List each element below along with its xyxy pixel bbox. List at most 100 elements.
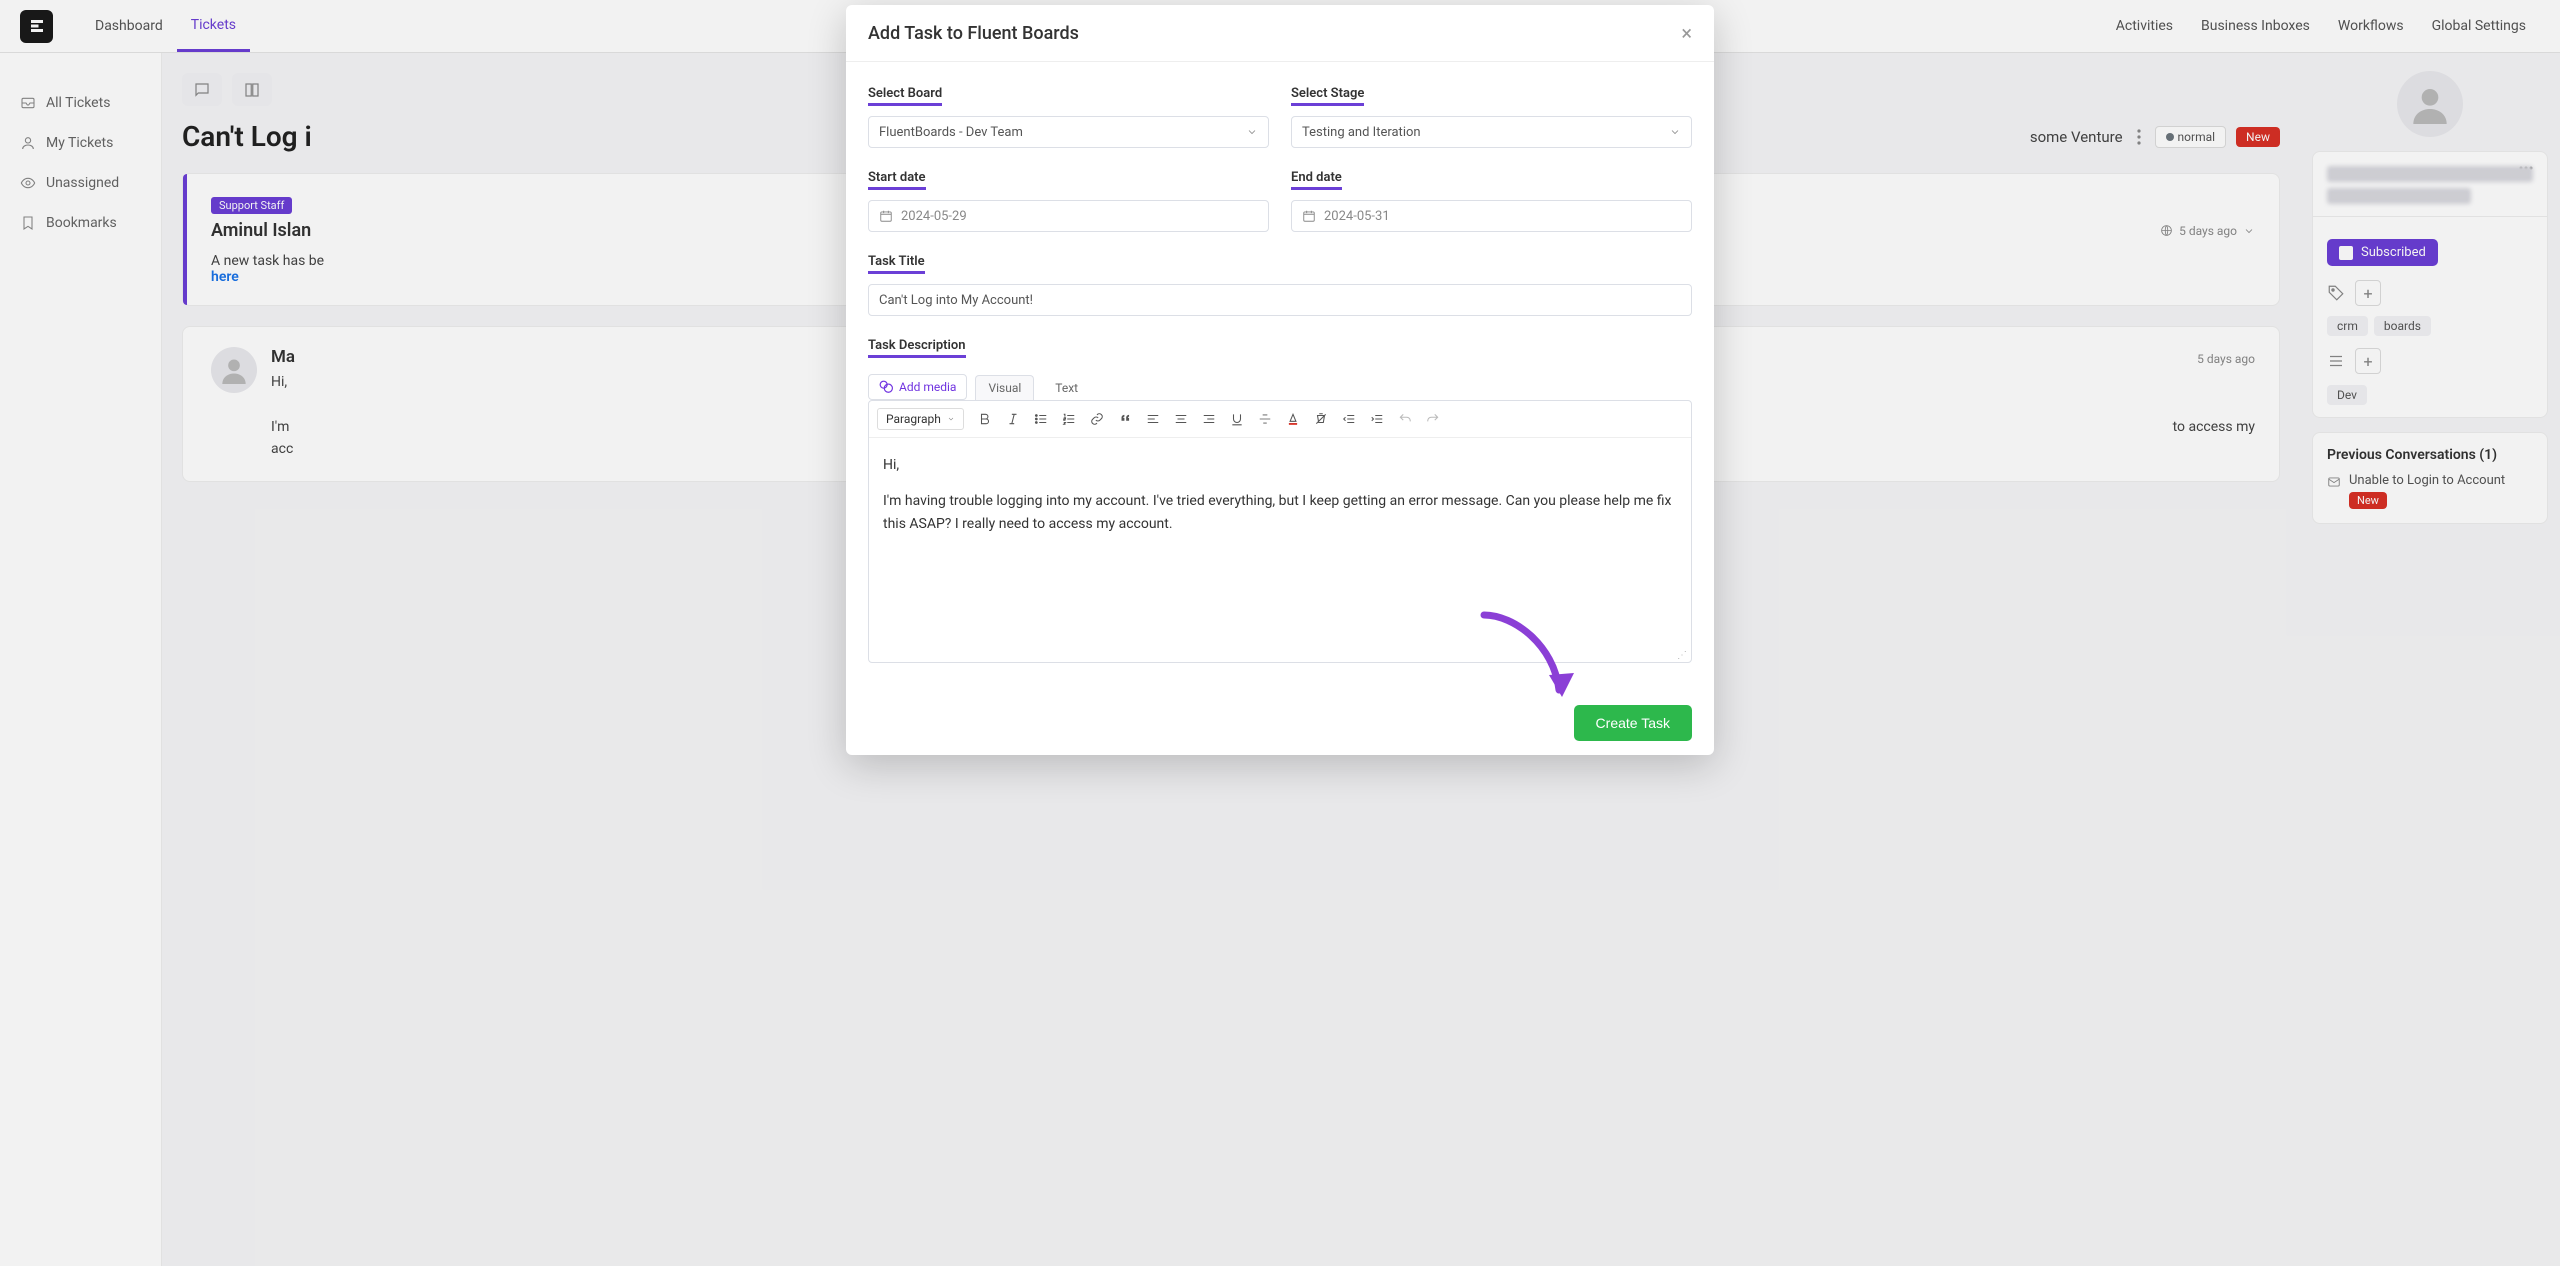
text-color-icon[interactable]: [1280, 406, 1306, 432]
sidebar-bookmarks[interactable]: Bookmarks: [0, 203, 161, 243]
strike-icon[interactable]: [1252, 406, 1278, 432]
bookmark-icon: [20, 215, 36, 231]
calendar-icon: [879, 209, 893, 223]
nav-tickets[interactable]: Tickets: [177, 0, 250, 52]
reply-author: Ma: [271, 347, 295, 367]
modal-close-icon[interactable]: ×: [1681, 21, 1692, 45]
prev-conv-status: New: [2349, 492, 2387, 509]
undo-icon[interactable]: [1392, 406, 1418, 432]
task-title-value: Can't Log into My Account!: [879, 293, 1033, 308]
redo-icon[interactable]: [1420, 406, 1446, 432]
add-tag-button[interactable]: +: [2355, 280, 2381, 306]
paragraph-label: Paragraph: [886, 412, 941, 426]
sidebar: All Tickets My Tickets Unassigned Bookma…: [0, 53, 162, 1266]
reply-line3: acc: [271, 441, 293, 457]
right-panel: Subscribed + crm boards +: [2300, 53, 2560, 1266]
sidebar-item-label: All Tickets: [46, 95, 110, 111]
start-date-input[interactable]: 2024-05-29: [868, 200, 1269, 232]
select-stage-value: Testing and Iteration: [1302, 125, 1421, 140]
select-stage-dropdown[interactable]: Testing and Iteration: [1291, 116, 1692, 148]
chat-view-icon[interactable]: [182, 73, 222, 106]
chevron-down-icon: [1669, 126, 1681, 138]
tag-icon: [2327, 284, 2345, 302]
rte-content-area[interactable]: Hi, I'm having trouble logging into my a…: [869, 438, 1691, 648]
add-task-modal: Add Task to Fluent Boards × Select Board…: [846, 5, 1714, 755]
nav-business-inboxes[interactable]: Business Inboxes: [2187, 0, 2324, 52]
contact-email-blurred: [2327, 188, 2471, 204]
bold-icon[interactable]: [972, 406, 998, 432]
align-left-icon[interactable]: [1140, 406, 1166, 432]
tag-crm[interactable]: crm: [2327, 316, 2368, 336]
subscribed-icon: [2339, 246, 2353, 260]
contact-info-card: Subscribed + crm boards +: [2312, 151, 2548, 418]
eye-off-icon: [20, 175, 36, 191]
nav-dashboard[interactable]: Dashboard: [81, 0, 177, 52]
underline-icon[interactable]: [1224, 406, 1250, 432]
reply-line1: Hi,: [271, 374, 287, 390]
end-date-input[interactable]: 2024-05-31: [1291, 200, 1692, 232]
event-time: 5 days ago: [2179, 224, 2237, 238]
contact-name-blurred: [2327, 166, 2533, 182]
link-icon[interactable]: [1084, 406, 1110, 432]
chevron-down-icon[interactable]: [2243, 225, 2255, 237]
list-icon: [2327, 352, 2345, 370]
previous-conversations-card: Previous Conversations (1) Unable to Log…: [2312, 432, 2548, 524]
globe-icon: [2160, 224, 2173, 237]
status-badge[interactable]: New: [2236, 127, 2280, 147]
outdent-icon[interactable]: [1336, 406, 1362, 432]
priority-badge[interactable]: normal: [2155, 126, 2227, 148]
contact-avatar: [2397, 71, 2463, 137]
tag-dev[interactable]: Dev: [2327, 385, 2367, 405]
media-icon: [879, 380, 893, 394]
numbered-list-icon[interactable]: [1056, 406, 1082, 432]
label-end-date: End date: [1291, 170, 1342, 190]
avatar: [211, 347, 257, 393]
paragraph-dropdown[interactable]: Paragraph: [877, 408, 964, 430]
label-task-title: Task Title: [868, 254, 925, 274]
add-media-label: Add media: [899, 380, 956, 394]
priority-dot-icon: [2166, 133, 2174, 141]
nav-workflows[interactable]: Workflows: [2324, 0, 2418, 52]
event-here-link[interactable]: here: [211, 269, 239, 285]
label-select-board: Select Board: [868, 86, 942, 106]
venture-name: some Venture: [2030, 128, 2123, 146]
rte-toolbar: Paragraph: [869, 401, 1691, 438]
nav-activities[interactable]: Activities: [2102, 0, 2187, 52]
tag-boards[interactable]: boards: [2374, 316, 2431, 336]
prev-conv-link[interactable]: Unable to Login to Account: [2349, 473, 2505, 488]
indent-icon[interactable]: [1364, 406, 1390, 432]
label-task-description: Task Description: [868, 338, 966, 358]
sidebar-item-label: Unassigned: [46, 175, 119, 191]
add-media-button[interactable]: Add media: [868, 374, 967, 400]
subscribed-button[interactable]: Subscribed: [2327, 239, 2438, 266]
align-center-icon[interactable]: [1168, 406, 1194, 432]
bullet-list-icon[interactable]: [1028, 406, 1054, 432]
label-start-date: Start date: [868, 170, 926, 190]
editor-tab-visual[interactable]: Visual: [975, 375, 1034, 400]
rte-p2: I'm having trouble logging into my accou…: [883, 490, 1677, 535]
nav-global-settings[interactable]: Global Settings: [2418, 0, 2540, 52]
support-staff-pill: Support Staff: [211, 197, 292, 214]
sidebar-all-tickets[interactable]: All Tickets: [0, 83, 161, 123]
subscribed-label: Subscribed: [2361, 245, 2426, 260]
editor-tab-text[interactable]: Text: [1042, 375, 1091, 400]
venture-menu-icon[interactable]: [2133, 125, 2145, 149]
app-logo[interactable]: [20, 10, 53, 43]
sidebar-my-tickets[interactable]: My Tickets: [0, 123, 161, 163]
add-list-button[interactable]: +: [2355, 348, 2381, 374]
clear-format-icon[interactable]: [1308, 406, 1334, 432]
select-board-dropdown[interactable]: FluentBoards - Dev Team: [868, 116, 1269, 148]
list-view-icon[interactable]: [232, 73, 272, 106]
inbox-icon: [20, 95, 36, 111]
align-right-icon[interactable]: [1196, 406, 1222, 432]
end-date-value: 2024-05-31: [1324, 209, 1390, 224]
label-select-stage: Select Stage: [1291, 86, 1364, 106]
create-task-button[interactable]: Create Task: [1574, 705, 1692, 741]
event-body-text: A new task has be: [211, 253, 324, 269]
italic-icon[interactable]: [1000, 406, 1026, 432]
rte-resize-handle[interactable]: ⋰: [869, 648, 1691, 662]
sidebar-unassigned[interactable]: Unassigned: [0, 163, 161, 203]
task-title-input[interactable]: Can't Log into My Account!: [868, 284, 1692, 316]
mail-icon: [2327, 475, 2341, 489]
quote-icon[interactable]: [1112, 406, 1138, 432]
